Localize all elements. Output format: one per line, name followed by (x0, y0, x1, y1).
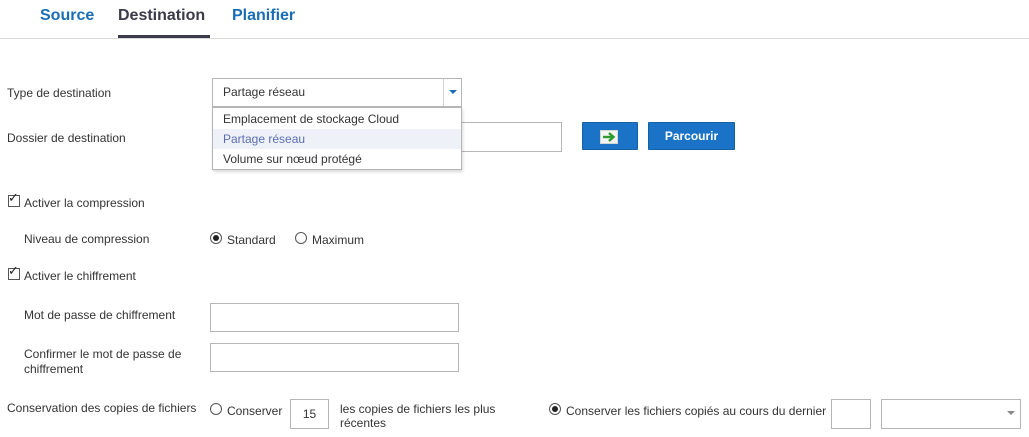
retention-period-label: Conserver les fichiers copiés au cours d… (566, 404, 827, 418)
recent-copies-label-line1: les copies de fichiers les plus (340, 402, 496, 416)
checkmark-icon: ✓ (8, 191, 19, 206)
tab-planifier[interactable]: Planifier (232, 7, 295, 25)
recent-copies-label-line2: récentes (340, 416, 387, 430)
compression-standard-radio[interactable] (210, 232, 222, 244)
enable-encryption-checkbox[interactable]: ✓ (8, 264, 20, 280)
compression-level-label: Niveau de compression (24, 232, 150, 246)
option-cloud-storage[interactable]: Emplacement de stockage Cloud (213, 109, 461, 129)
enable-encryption-label: Activer le chiffrement (24, 269, 136, 283)
tab-divider (0, 38, 1029, 39)
encryption-password-input[interactable] (210, 303, 459, 332)
enable-compression-label: Activer la compression (24, 196, 145, 210)
option-protected-node-volume[interactable]: Volume sur nœud protégé (213, 149, 461, 169)
confirm-password-label-line1: Confirmer le mot de passe de (24, 347, 182, 361)
compression-maximum-radio[interactable] (295, 232, 307, 244)
destination-type-dropdown: Emplacement de stockage Cloud Partage ré… (212, 107, 462, 170)
compression-standard-label: Standard (227, 233, 276, 247)
retention-period-radio[interactable] (549, 403, 561, 415)
period-unit-select[interactable] (881, 399, 1021, 429)
go-button[interactable] (582, 122, 638, 150)
tab-source[interactable]: Source (40, 7, 94, 25)
arrow-right-icon (600, 130, 618, 144)
retention-keep-radio[interactable] (210, 403, 222, 415)
chevron-down-icon[interactable] (443, 79, 461, 106)
retention-keep-label: Conserver (227, 404, 283, 418)
destination-type-label: Type de destination (7, 86, 112, 100)
period-value-input[interactable] (831, 399, 871, 429)
retention-label: Conservation des copies de fichiers (7, 401, 197, 415)
destination-folder-label: Dossier de destination (7, 131, 126, 145)
option-network-share[interactable]: Partage réseau (213, 129, 461, 149)
keep-count-input[interactable]: 15 (290, 399, 329, 429)
chevron-down-icon[interactable] (1002, 400, 1020, 428)
confirm-password-input[interactable] (210, 343, 459, 372)
compression-maximum-label: Maximum (312, 233, 365, 247)
confirm-password-label-line2: chiffrement (24, 362, 84, 376)
tab-destination[interactable]: Destination (118, 7, 205, 25)
destination-type-select[interactable]: Partage réseau (212, 78, 462, 107)
destination-type-value: Partage réseau (223, 85, 306, 99)
checkmark-icon: ✓ (8, 264, 19, 279)
browse-button[interactable]: Parcourir (648, 122, 735, 150)
enable-compression-checkbox[interactable]: ✓ (8, 191, 20, 207)
encryption-password-label: Mot de passe de chiffrement (24, 308, 176, 322)
